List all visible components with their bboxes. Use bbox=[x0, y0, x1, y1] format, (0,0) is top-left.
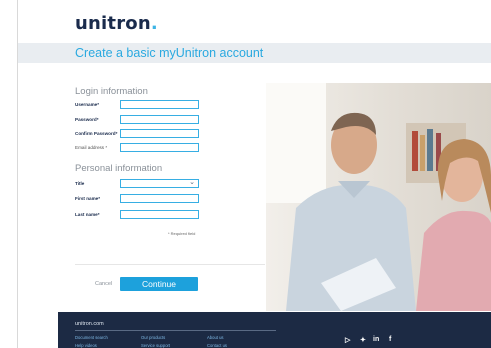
footer: unitron.com Document search Our products… bbox=[58, 312, 491, 348]
login-section-heading: Login information bbox=[75, 86, 148, 97]
hero-photo bbox=[266, 83, 491, 311]
linkedin-icon[interactable]: in bbox=[373, 336, 379, 343]
chevron-down-icon: ⌄ bbox=[189, 179, 195, 186]
page-title: Create a basic myUnitron account bbox=[75, 46, 264, 60]
first-name-label: First name* bbox=[75, 196, 101, 201]
footer-link-our-products[interactable]: Our products bbox=[141, 335, 165, 340]
password-label: Password* bbox=[75, 117, 99, 122]
password-input[interactable] bbox=[120, 115, 199, 124]
footer-link-document-search[interactable]: Document search bbox=[75, 335, 108, 340]
footer-brand[interactable]: unitron.com bbox=[75, 321, 104, 327]
twitter-icon[interactable]: ✦ bbox=[360, 336, 366, 344]
first-name-input[interactable] bbox=[120, 194, 199, 203]
facebook-icon[interactable]: f bbox=[389, 336, 391, 343]
page: unitron. Create a basic myUnitron accoun… bbox=[0, 0, 491, 348]
confirm-password-input[interactable] bbox=[120, 129, 199, 138]
footer-divider bbox=[75, 330, 276, 331]
form-divider bbox=[75, 264, 265, 265]
youtube-icon[interactable]: ▷ bbox=[345, 336, 350, 344]
title-band: Create a basic myUnitron account bbox=[18, 43, 491, 63]
username-input[interactable] bbox=[120, 100, 199, 109]
last-name-input[interactable] bbox=[120, 210, 199, 219]
unitron-logo[interactable]: unitron. bbox=[75, 13, 158, 34]
email-input[interactable] bbox=[120, 143, 199, 152]
footer-link-contact-us[interactable]: Contact us bbox=[207, 343, 227, 348]
last-name-label: Last name* bbox=[75, 212, 100, 217]
continue-button[interactable]: Continue bbox=[120, 277, 198, 291]
footer-link-help-videos[interactable]: Help videos bbox=[75, 343, 97, 348]
personal-section-heading: Personal information bbox=[75, 163, 163, 174]
header: unitron. bbox=[18, 0, 491, 43]
title-select[interactable]: ⌄ bbox=[120, 179, 199, 188]
confirm-password-label: Confirm Password* bbox=[75, 131, 118, 136]
footer-link-service-support[interactable]: Service support bbox=[141, 343, 170, 348]
username-label: Username* bbox=[75, 102, 100, 107]
title-label: Title bbox=[75, 181, 85, 186]
cancel-link[interactable]: Cancel bbox=[95, 281, 112, 287]
required-field-note: * Required field bbox=[168, 231, 196, 236]
email-label: Email address * bbox=[75, 145, 108, 150]
footer-link-about-us[interactable]: About us bbox=[207, 335, 224, 340]
